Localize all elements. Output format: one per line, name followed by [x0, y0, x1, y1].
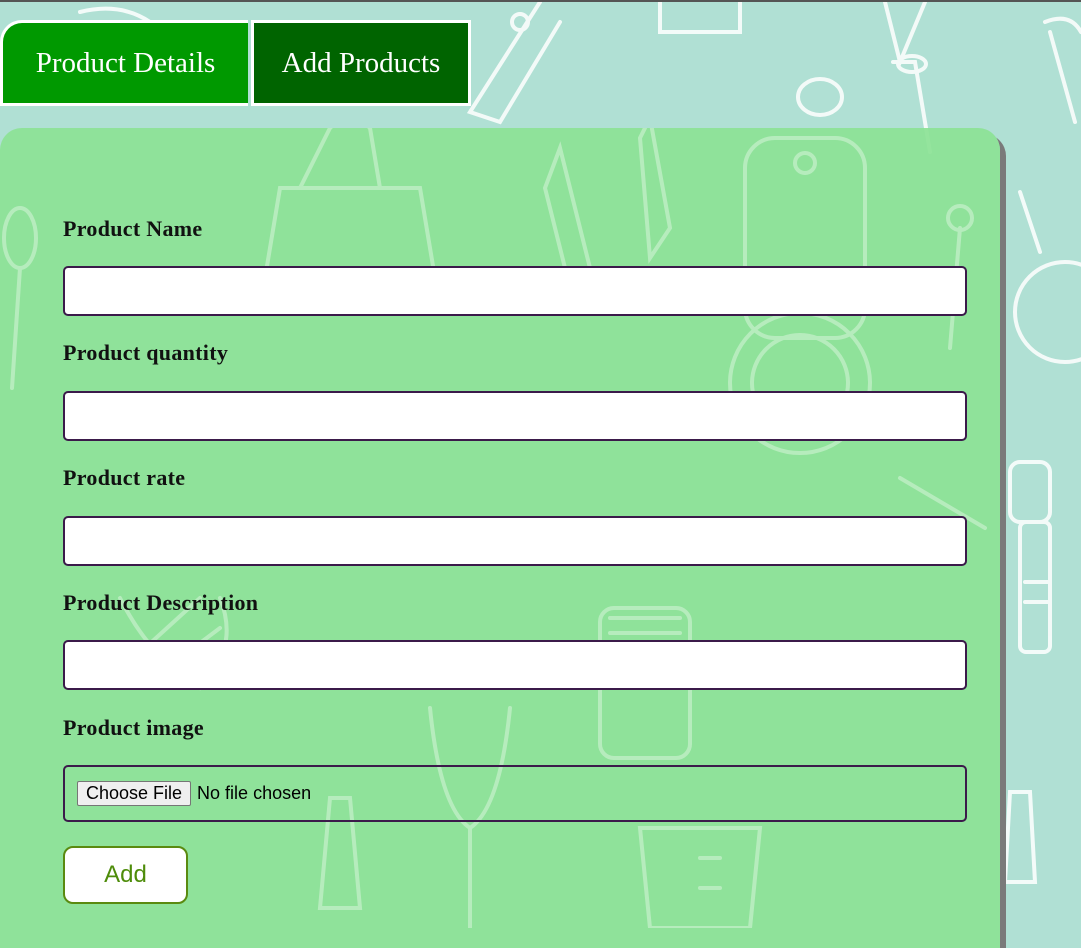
file-status-text: No file chosen — [197, 783, 312, 803]
product-name-input[interactable] — [63, 266, 967, 316]
tab-add-products[interactable]: Add Products — [251, 20, 471, 106]
product-name-label: Product Name — [63, 216, 203, 241]
product-rate-input[interactable] — [63, 516, 967, 566]
product-rate-label: Product rate — [63, 465, 186, 490]
add-button[interactable]: Add — [63, 846, 188, 904]
product-image-file-field: Choose File No file chosen — [63, 765, 967, 822]
product-description-input[interactable] — [63, 640, 967, 690]
choose-file-button[interactable]: Choose File — [77, 781, 192, 806]
product-quantity-label: Product quantity — [63, 340, 229, 365]
product-quantity-input[interactable] — [63, 391, 967, 441]
tab-bar: Product Details Add Products — [0, 20, 471, 110]
product-image-label: Product image — [63, 715, 204, 740]
product-description-label: Product Description — [63, 590, 259, 615]
tab-product-details[interactable]: Product Details — [0, 20, 248, 106]
add-product-form-panel: Product Name Product quantity Product ra… — [0, 128, 1000, 948]
